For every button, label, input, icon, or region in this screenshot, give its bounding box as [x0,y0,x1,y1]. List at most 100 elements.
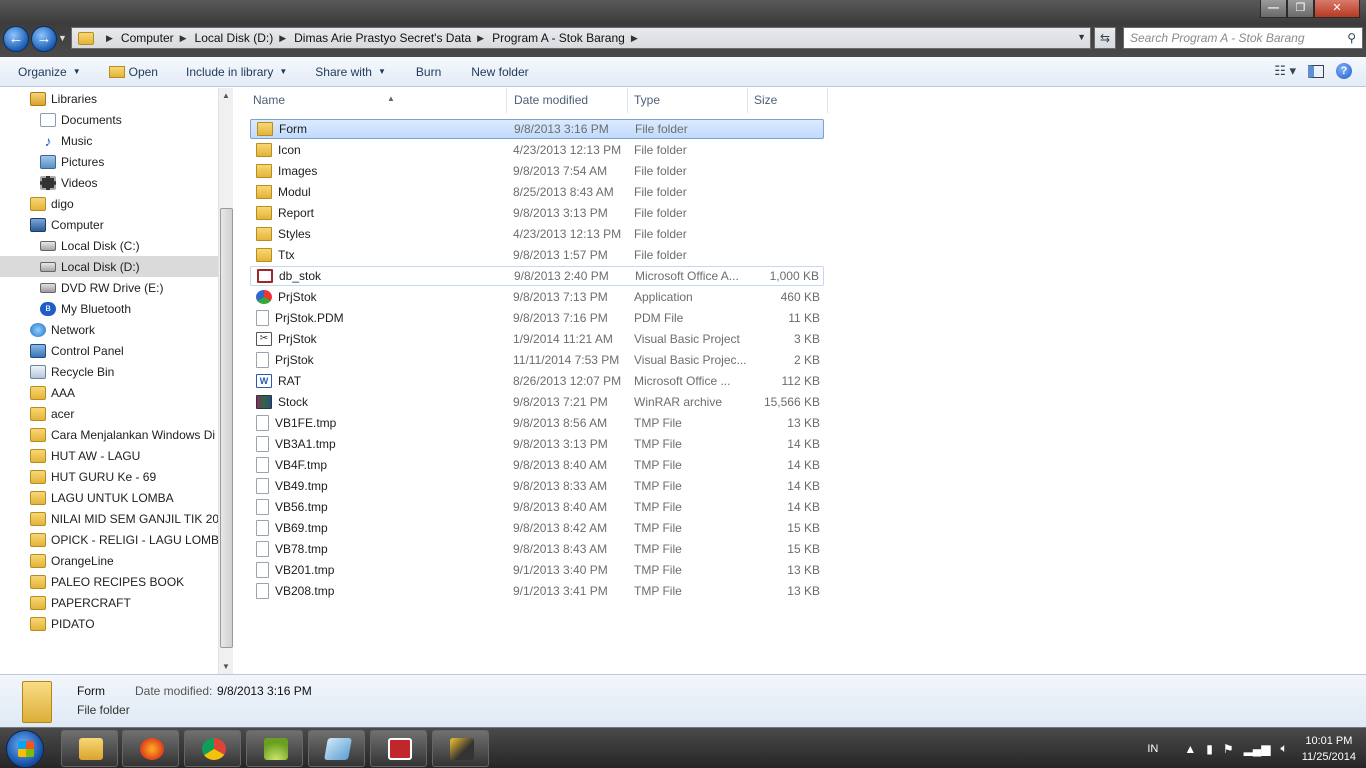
file-row[interactable]: ✂ PrjStok 1/9/2014 11:21 AM Visual Basic Pr… [250,329,824,349]
breadcrumb-local-disk-d[interactable]: Local Disk (D:) [195,31,274,45]
sidebar-item[interactable]: PALEO RECIPES BOOK [0,571,218,592]
search-input[interactable]: Search Program A - Stok Barang ⚲ [1123,27,1363,49]
taskbar-firefox[interactable] [122,730,179,767]
sidebar-item[interactable]: digo [0,193,218,214]
sidebar-item[interactable]: acer [0,403,218,424]
taskbar-notepad[interactable] [308,730,365,767]
sidebar-item[interactable]: Videos [0,172,218,193]
burn-button[interactable]: Burn [416,65,441,79]
file-row[interactable]: PrjStok.PDM 9/8/2013 7:16 PM PDM File 11 KB [250,308,824,328]
taskbar-explorer[interactable] [61,730,118,767]
network-signal-icon[interactable]: ▂▄▆ [1244,742,1271,756]
file-row[interactable]: VB78.tmp 9/8/2013 8:43 AM TMP File 15 KB [250,539,824,559]
action-center-flag-icon[interactable]: ⚑ [1223,742,1234,756]
column-type[interactable]: Type [628,88,748,113]
back-button[interactable]: ← [3,26,29,52]
taskbar-chrome[interactable] [184,730,241,767]
start-button[interactable] [6,730,44,768]
file-row[interactable]: Report 9/8/2013 3:13 PM File folder [250,203,824,223]
file-row[interactable]: VB4F.tmp 9/8/2013 8:40 AM TMP File 14 KB [250,455,824,475]
sidebar-item[interactable]: ʙ My Bluetooth [0,298,218,319]
sidebar-item[interactable]: Libraries [0,88,218,109]
refresh-button[interactable]: ⇆ [1094,27,1116,49]
sidebar-item[interactable]: ♪ Music [0,130,218,151]
organize-button[interactable]: Organize ▼ [18,65,81,79]
breadcrumb-program-a[interactable]: Program A - Stok Barang [492,31,625,45]
sidebar-item[interactable]: Recycle Bin [0,361,218,382]
sidebar-item[interactable]: Network [0,319,218,340]
column-name[interactable]: Name ▲ [247,88,507,113]
taskbar-tool-app[interactable] [432,730,489,767]
chevron-right-icon[interactable]: ▶ [106,33,113,44]
sidebar-item[interactable]: Local Disk (D:) [0,256,218,277]
taskbar-red-app[interactable] [370,730,427,767]
address-bar[interactable]: ▶ Computer ▶ Local Disk (D:) ▶ Dimas Ari… [71,27,1091,49]
sidebar-item[interactable]: LAGU UNTUK LOMBA [0,487,218,508]
file-row[interactable]: Ttx 9/8/2013 1:57 PM File folder [250,245,824,265]
scroll-up-icon[interactable]: ▲ [222,91,230,100]
file-row[interactable]: Icon 4/23/2013 12:13 PM File folder [250,140,824,160]
file-row[interactable]: Stock 9/8/2013 7:21 PM WinRAR archive 15,56… [250,392,824,412]
chevron-right-icon[interactable]: ▶ [631,33,638,44]
sidebar-item[interactable]: DVD RW Drive (E:) [0,277,218,298]
sidebar-item[interactable]: Computer [0,214,218,235]
file-row[interactable]: VB201.tmp 9/1/2013 3:40 PM TMP File 13 KB [250,560,824,580]
battery-icon[interactable]: ▮ [1206,742,1213,756]
clock[interactable]: 10:01 PM 11/25/2014 [1302,733,1356,765]
file-row[interactable]: VB1FE.tmp 9/8/2013 8:56 AM TMP File 13 KB [250,413,824,433]
show-hidden-icons-icon[interactable]: ▲ [1184,742,1196,756]
file-row[interactable]: PrjStok 11/11/2014 7:53 PM Visual Basic Pr… [250,350,824,370]
taskbar-wifi-app[interactable] [246,730,303,767]
file-row[interactable]: VB3A1.tmp 9/8/2013 3:13 PM TMP File 14 KB [250,434,824,454]
sidebar-item[interactable]: HUT AW - LAGU [0,445,218,466]
chevron-right-icon[interactable]: ▶ [477,33,484,44]
close-button[interactable]: ✕ [1314,0,1360,18]
file-row[interactable]: VB69.tmp 9/8/2013 8:42 AM TMP File 15 KB [250,518,824,538]
sidebar-item[interactable]: PIDATO [0,613,218,634]
file-row[interactable]: Modul 8/25/2013 8:43 AM File folder [250,182,824,202]
sidebar-item[interactable]: PAPERCRAFT [0,592,218,613]
breadcrumb-secret-data[interactable]: Dimas Arie Prastyo Secret's Data [294,31,471,45]
file-row[interactable]: Form 9/8/2013 3:16 PM File folder [250,119,824,139]
navigation-scrollbar[interactable]: ▲ ▼ [218,88,233,674]
file-row[interactable]: db_stok 9/8/2013 2:40 PM Microsoft Office … [250,266,824,286]
breadcrumb-computer[interactable]: Computer [121,31,174,45]
recent-pages-dropdown-icon[interactable]: ▼ [58,33,67,43]
sidebar-item[interactable]: Pictures [0,151,218,172]
sidebar-item[interactable]: OrangeLine [0,550,218,571]
column-size[interactable]: Size [748,88,828,113]
sidebar-item[interactable]: Local Disk (C:) [0,235,218,256]
minimize-button[interactable]: — [1260,0,1287,18]
change-view-icon[interactable]: ☷ ▾ [1274,63,1296,79]
chevron-right-icon[interactable]: ▶ [180,33,187,44]
sidebar-item[interactable]: NILAI MID SEM GANJIL TIK 2014 [0,508,218,529]
chevron-right-icon[interactable]: ▶ [279,33,286,44]
file-row[interactable]: VB56.tmp 9/8/2013 8:40 AM TMP File 14 KB [250,497,824,517]
file-row[interactable]: PrjStok 9/8/2013 7:13 PM Application 460 KB [250,287,824,307]
address-history-dropdown-icon[interactable]: ▼ [1077,32,1086,42]
sidebar-item[interactable]: AAA [0,382,218,403]
new-folder-button[interactable]: New folder [471,65,528,79]
sidebar-item[interactable]: Cara Menjalankan Windows Di [0,424,218,445]
include-in-library-button[interactable]: Include in library ▼ [186,65,287,79]
file-row[interactable]: Styles 4/23/2013 12:13 PM File folder [250,224,824,244]
file-row[interactable]: VB49.tmp 9/8/2013 8:33 AM TMP File 14 KB [250,476,824,496]
volume-icon[interactable]: 🔈︎ [1281,741,1288,756]
forward-button[interactable]: → [31,26,57,52]
file-row[interactable]: Images 9/8/2013 7:54 AM File folder [250,161,824,181]
share-with-button[interactable]: Share with ▼ [315,65,386,79]
scroll-thumb[interactable] [220,208,233,648]
language-indicator[interactable]: IN [1147,743,1158,755]
column-date[interactable]: Date modified [508,88,628,113]
file-row[interactable]: VB208.tmp 9/1/2013 3:41 PM TMP File 13 KB [250,581,824,601]
sidebar-item[interactable]: Control Panel [0,340,218,361]
search-icon[interactable]: ⚲ [1347,31,1356,45]
sidebar-item[interactable]: HUT GURU Ke - 69 [0,466,218,487]
open-button[interactable]: Open [108,65,158,79]
maximize-button[interactable]: ❐ [1287,0,1314,18]
file-row[interactable]: W RAT 8/26/2013 12:07 PM Microsoft Office .… [250,371,824,391]
sidebar-item[interactable]: Documents [0,109,218,130]
sidebar-item[interactable]: OPICK - RELIGI - LAGU LOMBA [0,529,218,550]
help-icon[interactable]: ? [1336,63,1352,79]
scroll-down-icon[interactable]: ▼ [222,662,230,671]
